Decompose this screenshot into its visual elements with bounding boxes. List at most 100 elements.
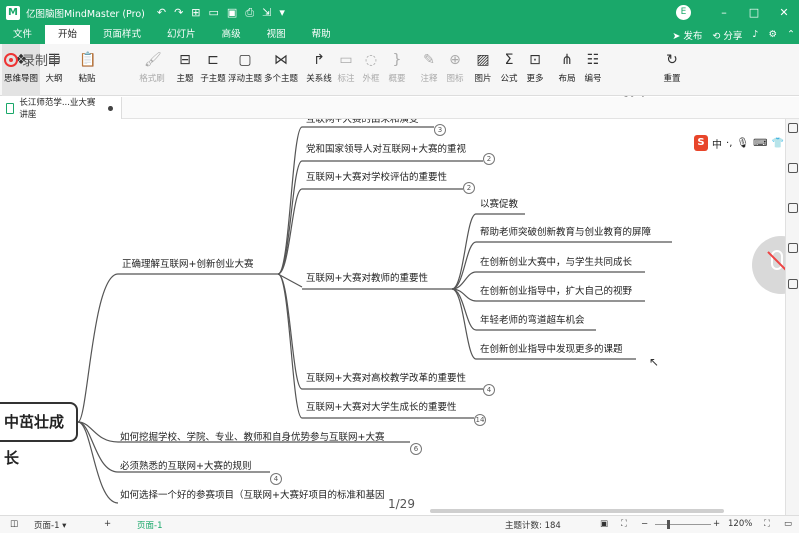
tab-view[interactable]: 视图 [254, 25, 299, 44]
share-button[interactable]: ⟲ 分享 [712, 28, 742, 42]
tab-page-style[interactable]: 页面样式 [90, 25, 154, 44]
subtopic-promote-teaching[interactable]: 以赛促教 [480, 198, 518, 212]
summary-button[interactable]: } 概要 [386, 44, 408, 96]
page-layout-icon[interactable]: ◫ [10, 519, 18, 529]
zoom-slider-knob[interactable] [667, 520, 670, 529]
image-button[interactable]: ▨ 图片 [472, 44, 494, 96]
page-tab-active[interactable]: 页面-1 [137, 519, 162, 531]
floating-topic-button[interactable]: ▢ 浮动主题 [228, 44, 262, 96]
new-file-icon[interactable]: ⊞ [191, 6, 200, 20]
formula-label: 公式 [500, 74, 518, 84]
page-selector[interactable]: 页面-1 ▾ [34, 519, 66, 531]
subtopic-young-teachers[interactable]: 年轻老师的弯道超车机会 [480, 314, 585, 328]
subtopic-button[interactable]: ⊏ 子主题 [199, 44, 227, 96]
layout-button[interactable]: ⋔ 布局 [556, 44, 578, 96]
presentation-icon[interactable]: ⛶ [764, 519, 770, 529]
reset-button[interactable]: ↻ 重置 [660, 44, 684, 96]
clipart-panel-icon[interactable] [788, 203, 798, 213]
more-icon: ⊡ [529, 52, 541, 68]
callout-button[interactable]: ▭ 标注 [335, 44, 357, 96]
avatar[interactable]: E [676, 5, 691, 20]
app-logo-icon: M [6, 5, 20, 20]
mindmap-canvas[interactable]: 中茁壮成长 正确理解互联网+创新创业大赛 如何挖掘学校、学院、专业、教师和自身优… [0, 119, 799, 515]
format-panel-icon[interactable] [788, 123, 798, 133]
icon-button[interactable]: ⊕ 图标 [444, 44, 466, 96]
minimize-button[interactable]: – [709, 6, 739, 19]
zoom-slider[interactable] [655, 520, 711, 529]
full-screen-icon[interactable]: ⛶ [621, 519, 627, 529]
more-label: 更多 [526, 74, 544, 84]
icon-gallery-icon: ⊕ [449, 52, 461, 68]
collapse-ribbon-icon[interactable]: ⌃ [787, 29, 795, 40]
connector-b1-c3 [277, 188, 303, 275]
add-page-icon[interactable]: + [104, 519, 111, 529]
collapsed-count-badge[interactable]: 2 [483, 153, 495, 165]
customize-toolbar-icon[interactable]: ▾ [279, 6, 285, 20]
branch-contest-rules[interactable]: 必须熟悉的互联网+大赛的规则 [120, 460, 251, 474]
multiple-topics-button[interactable]: ⋈ 多个主题 [264, 44, 298, 96]
export-icon[interactable]: ⇲ [262, 6, 271, 20]
input-method-bar[interactable]: S 中 ·, 🎙 ⌨ 👕 [694, 133, 784, 153]
fit-page-icon[interactable]: ▣ [600, 519, 608, 529]
collapsed-count-badge[interactable]: 3 [434, 124, 446, 136]
topic-count-label: 主题计数: [505, 521, 542, 531]
formula-button[interactable]: Σ 公式 [498, 44, 520, 96]
collapsed-count-badge[interactable]: 14 [474, 414, 486, 426]
paste-button[interactable]: 📋 粘贴 [76, 44, 98, 96]
maximize-button[interactable]: □ [739, 6, 769, 19]
connector-b1-c6 [277, 273, 303, 419]
subtopic-discover-topics[interactable]: 在创新创业指导中发现更多的课题 [480, 343, 623, 357]
tab-file[interactable]: 文件 [0, 25, 45, 44]
mark-panel-icon[interactable] [788, 163, 798, 173]
zoom-in-icon[interactable]: + [713, 519, 720, 529]
subtopic-broaden-horizon[interactable]: 在创新创业指导中，扩大自己的视野 [480, 285, 632, 299]
subtopic-break-barrier[interactable]: 帮助老师突破创新教育与创业教育的屏障 [480, 226, 651, 240]
horizontal-scrollbar[interactable] [430, 509, 724, 513]
tab-slides[interactable]: 幻灯片 [154, 25, 209, 44]
branch-choose-project[interactable]: 如何选择一个好的参赛项目（互联网+大赛好项目的标准和基因 [120, 489, 384, 503]
tab-advanced[interactable]: 高级 [209, 25, 254, 44]
collapsed-count-badge[interactable]: 4 [270, 473, 282, 485]
tab-home[interactable]: 开始 [45, 25, 91, 44]
save-icon[interactable]: ▣ [227, 6, 237, 20]
slideshow-icon[interactable]: ▭ [784, 519, 792, 529]
redo-icon[interactable]: ↷ [174, 6, 183, 20]
topic-teaching-reform[interactable]: 互联网+大赛对高校教学改革的重要性 [306, 372, 466, 386]
topic-leaders-attention[interactable]: 党和国家领导人对互联网+大赛的重视 [306, 143, 466, 157]
publish-button[interactable]: ➤ 发布 [672, 28, 702, 42]
branch-understand-contest[interactable]: 正确理解互联网+创新创业大赛 [122, 258, 253, 272]
collapsed-count-badge[interactable]: 6 [410, 443, 422, 455]
relationship-button[interactable]: ↱ 关系线 [305, 44, 333, 96]
topic-school-evaluation[interactable]: 互联网+大赛对学校评估的重要性 [306, 171, 447, 185]
topic-teacher-importance[interactable]: 互联网+大赛对教师的重要性 [306, 272, 428, 286]
subtopic-grow-with-students[interactable]: 在创新创业大赛中，与学生共同成长 [480, 256, 632, 270]
right-side-panel [785, 119, 799, 515]
outline-panel-icon[interactable] [788, 279, 798, 289]
notification-icon[interactable]: ♪ [752, 29, 758, 40]
topic-contest-origin[interactable]: 互联网+大赛的由来和演变 [306, 119, 418, 127]
root-topic[interactable]: 中茁壮成长 [0, 402, 78, 467]
topic-button[interactable]: ⊟ 主题 [174, 44, 196, 96]
branch-mine-advantages[interactable]: 如何挖掘学校、学院、专业、教师和自身优势参与互联网+大赛 [120, 431, 384, 445]
collapsed-count-badge[interactable]: 4 [483, 384, 495, 396]
numbering-button[interactable]: ☷ 编号 [582, 44, 604, 96]
settings-icon[interactable]: ⚙ [769, 29, 778, 40]
zoom-out-icon[interactable]: − [641, 519, 648, 529]
paste-label: 粘贴 [78, 74, 96, 84]
close-button[interactable]: ✕ [769, 6, 799, 19]
collapsed-count-badge[interactable]: 2 [463, 182, 475, 194]
document-tab[interactable]: 长江师范学...业大赛讲座 [0, 97, 122, 120]
task-panel-icon[interactable] [788, 243, 798, 253]
tab-help[interactable]: 帮助 [299, 25, 344, 44]
note-button[interactable]: ✎ 注释 [418, 44, 440, 96]
boundary-button[interactable]: ◌ 外框 [360, 44, 382, 96]
open-file-icon[interactable]: ▭ [209, 6, 219, 20]
format-painter-button[interactable]: 🖌 格式刷 [138, 44, 166, 96]
topic-student-growth[interactable]: 互联网+大赛对大学生成长的重要性 [306, 401, 456, 415]
more-button[interactable]: ⊡ 更多 [524, 44, 546, 96]
undo-icon[interactable]: ↶ [157, 6, 166, 20]
print-icon[interactable]: ⎙ [245, 6, 254, 20]
reset-icon: ↻ [666, 52, 678, 68]
unsaved-dot-icon[interactable] [108, 105, 113, 111]
sogou-input-icon: S [694, 135, 709, 151]
